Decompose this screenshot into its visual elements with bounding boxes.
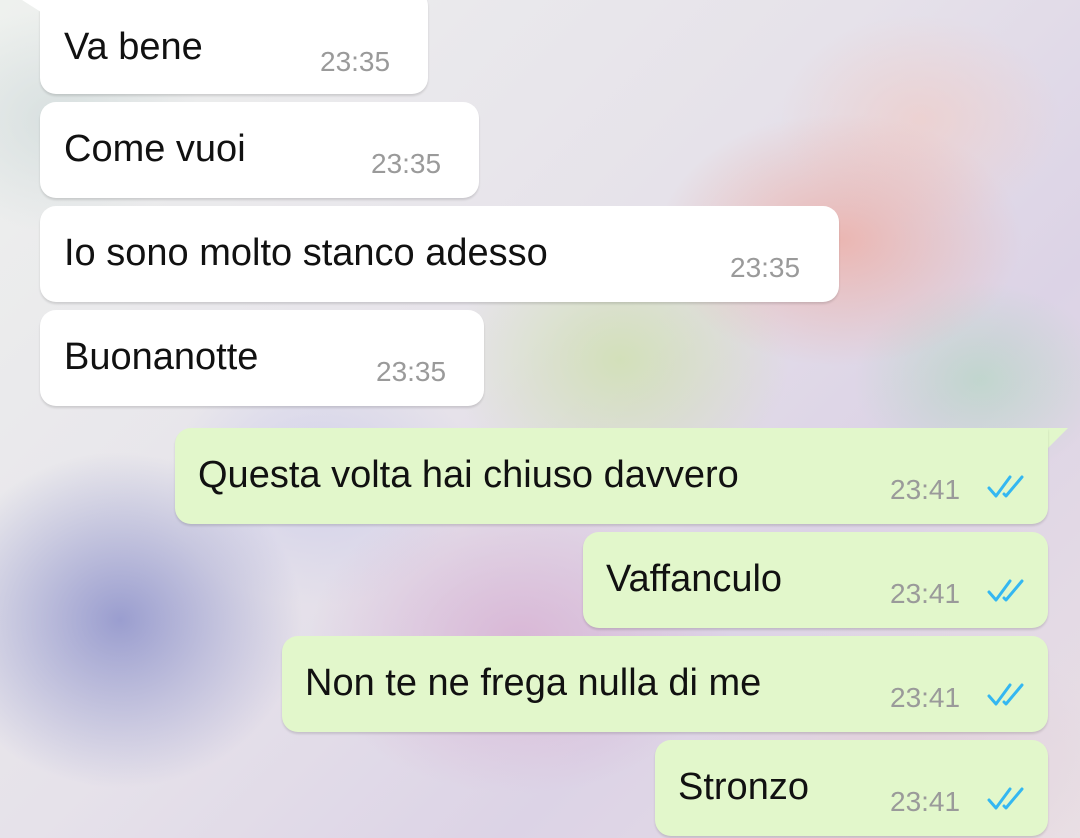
outgoing-message-bubble[interactable]: Stronzo 23:41 [655,740,1048,836]
message-text: Buonanotte [64,336,259,378]
message-timestamp: 23:35 [371,148,442,179]
message-text: Non te ne frega nulla di me [305,662,762,704]
double-check-read-icon [987,475,1024,498]
message-text: Stronzo [678,766,809,808]
outgoing-message-bubble[interactable]: Vaffanculo 23:41 [583,532,1048,628]
message-timestamp: 23:35 [320,46,391,77]
incoming-message-bubble[interactable]: Come vuoi 23:35 [40,102,479,198]
double-check-read-icon [987,787,1024,810]
message-text: Vaffanculo [606,558,783,600]
double-check-read-icon [987,683,1024,706]
outgoing-message-bubble[interactable]: Non te ne frega nulla di me 23:41 [282,636,1048,732]
incoming-bubble-tail [22,0,44,14]
message-timestamp: 23:41 [890,578,961,609]
message-text: Come vuoi [64,128,246,170]
double-check-read-icon [987,579,1024,602]
outgoing-bubble-tail [1046,428,1068,450]
incoming-message-bubble[interactable]: Io sono molto stanco adesso 23:35 [40,206,839,302]
incoming-message-bubble[interactable]: Va bene 23:35 [40,0,428,94]
outgoing-message-bubble[interactable]: Questa volta hai chiuso davvero 23:41 [175,428,1048,524]
message-timestamp: 23:35 [376,356,447,387]
message-timestamp: 23:41 [890,682,961,713]
message-text: Io sono molto stanco adesso [64,232,548,274]
incoming-message-bubble[interactable]: Buonanotte 23:35 [40,310,484,406]
message-timestamp: 23:41 [890,474,961,505]
message-timestamp: 23:35 [730,252,801,283]
message-timestamp: 23:41 [890,786,961,817]
message-text: Questa volta hai chiuso davvero [198,454,739,496]
message-text: Va bene [64,26,203,68]
